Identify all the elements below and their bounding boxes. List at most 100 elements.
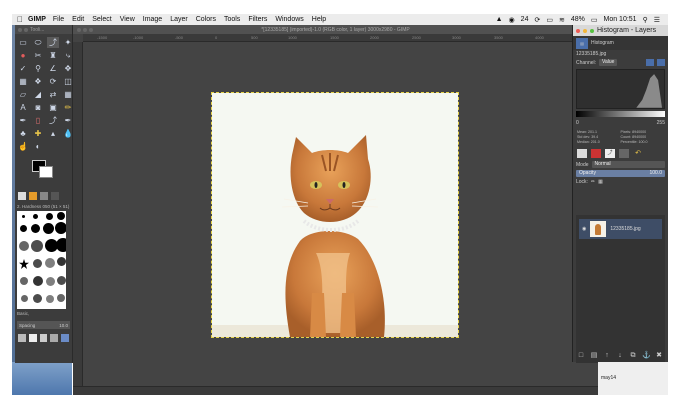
brush-item[interactable] bbox=[45, 258, 55, 268]
range-max[interactable]: 255 bbox=[657, 120, 665, 126]
undo-history-icon[interactable] bbox=[40, 192, 48, 200]
rect-select-icon[interactable]: ▭ bbox=[17, 37, 29, 48]
ellipse-select-icon[interactable]: ⬭ bbox=[32, 37, 44, 48]
duplicate-layer-icon[interactable]: ⧉ bbox=[629, 352, 637, 360]
menu-image[interactable]: Image bbox=[143, 16, 162, 23]
dodge-burn-icon[interactable]: ◐ bbox=[32, 141, 44, 152]
menu-help[interactable]: Help bbox=[312, 16, 326, 23]
new-layer-group-icon[interactable]: ▤ bbox=[590, 352, 598, 360]
brush-item[interactable] bbox=[43, 223, 54, 234]
delete-brush-icon[interactable] bbox=[50, 334, 59, 342]
anchor-layer-icon[interactable]: ⚓ bbox=[642, 352, 651, 360]
crop-icon[interactable]: ❖ bbox=[32, 76, 44, 87]
brush-item[interactable] bbox=[33, 276, 43, 286]
layer-name[interactable]: 12335185.jpg bbox=[610, 226, 640, 232]
menu-view[interactable]: View bbox=[120, 16, 135, 23]
color-picker-icon[interactable]: ✓ bbox=[17, 63, 29, 74]
refresh-brushes-icon[interactable] bbox=[61, 334, 69, 342]
sync-icon[interactable]: ⟳ bbox=[534, 16, 540, 24]
brush-item[interactable] bbox=[46, 277, 55, 286]
histogram-tab[interactable]: Histogram bbox=[591, 40, 614, 46]
globe-icon[interactable]: ◉ bbox=[509, 16, 515, 24]
layers-tab-icon[interactable] bbox=[577, 149, 587, 158]
menu-colors[interactable]: Colors bbox=[196, 16, 216, 23]
minimize-icon[interactable] bbox=[24, 27, 28, 32]
visibility-eye-icon[interactable]: ◉ bbox=[582, 226, 586, 232]
duplicate-brush-icon[interactable] bbox=[39, 334, 48, 342]
undo-tab-icon[interactable]: ↶ bbox=[633, 149, 643, 158]
edit-brush-icon[interactable] bbox=[18, 334, 26, 342]
device-status-icon[interactable] bbox=[29, 192, 37, 200]
tool-options-icon[interactable] bbox=[18, 192, 26, 200]
brush-item[interactable] bbox=[33, 259, 42, 268]
new-brush-icon[interactable] bbox=[28, 334, 37, 342]
zoom-window-icon[interactable] bbox=[89, 27, 93, 32]
brush-item[interactable] bbox=[56, 238, 66, 252]
log-histogram-icon[interactable] bbox=[657, 59, 665, 66]
drive-icon[interactable]: ▲ bbox=[496, 16, 503, 23]
text-icon[interactable]: A bbox=[17, 102, 29, 113]
perspective-clone-icon[interactable]: ▴ bbox=[47, 128, 59, 139]
color-select-icon[interactable]: ● bbox=[17, 50, 29, 61]
opacity-slider[interactable]: Opacity 100.0 bbox=[576, 170, 665, 177]
close-icon[interactable] bbox=[77, 27, 81, 32]
channel-select[interactable]: Value bbox=[599, 59, 618, 66]
range-min[interactable]: 0 bbox=[576, 120, 579, 126]
heal-icon[interactable]: ✚ bbox=[32, 128, 44, 139]
brush-item[interactable] bbox=[57, 276, 66, 285]
brush-item[interactable] bbox=[57, 212, 65, 220]
menu-tools[interactable]: Tools bbox=[224, 16, 240, 23]
app-menu[interactable]: GIMP bbox=[28, 16, 46, 23]
bucket-fill-icon[interactable]: ◙ bbox=[32, 102, 44, 113]
brush-item[interactable] bbox=[33, 214, 38, 219]
align-icon[interactable]: ▦ bbox=[17, 76, 29, 87]
brush-item[interactable] bbox=[21, 295, 28, 302]
brush-item[interactable] bbox=[19, 259, 29, 269]
brush-item[interactable] bbox=[33, 294, 42, 303]
dock-titlebar[interactable]: Histogram - Layers bbox=[573, 25, 668, 36]
perspective-icon[interactable]: ◢ bbox=[32, 89, 44, 100]
menu-select[interactable]: Select bbox=[92, 16, 111, 23]
clock[interactable]: Mon 10:51 bbox=[603, 16, 636, 23]
lock-alpha-icon[interactable]: ▦ bbox=[598, 179, 603, 185]
brush-item[interactable] bbox=[46, 295, 54, 303]
lock-pixels-icon[interactable]: ✏ bbox=[591, 179, 595, 185]
brush-item[interactable] bbox=[57, 257, 66, 266]
brush-item[interactable] bbox=[46, 213, 53, 220]
paths-tab-icon[interactable]: ⤴ bbox=[605, 149, 615, 158]
brush-item[interactable] bbox=[57, 294, 65, 302]
smudge-icon[interactable]: ☝ bbox=[17, 141, 29, 152]
airbrush-icon[interactable]: ⤴ bbox=[47, 115, 59, 126]
apple-icon[interactable]:  bbox=[12, 15, 28, 24]
brush-item[interactable] bbox=[31, 224, 40, 233]
foreground-select-icon[interactable]: ♜ bbox=[47, 50, 59, 61]
brush-item[interactable] bbox=[22, 215, 25, 218]
channels-tab-icon[interactable] bbox=[591, 149, 601, 158]
zoom-icon[interactable]: ⚲ bbox=[32, 63, 44, 74]
blend-icon[interactable]: ▣ bbox=[47, 102, 59, 113]
measure-icon[interactable]: ∠ bbox=[47, 63, 59, 74]
scissors-icon[interactable]: ✂ bbox=[32, 50, 44, 61]
images-icon[interactable] bbox=[51, 192, 59, 200]
wifi-icon[interactable]: ≋ bbox=[559, 16, 565, 24]
menu-edit[interactable]: Edit bbox=[72, 16, 84, 23]
raise-layer-icon[interactable]: ↑ bbox=[603, 352, 611, 360]
eraser-icon[interactable]: ▯ bbox=[32, 115, 44, 126]
display-icon[interactable]: ▭ bbox=[546, 16, 553, 24]
histogram-graph[interactable] bbox=[576, 69, 665, 109]
layer-row[interactable]: ◉ 12335185.jpg bbox=[579, 219, 662, 239]
flip-icon[interactable]: ⇄ bbox=[47, 89, 59, 100]
vertical-ruler[interactable] bbox=[73, 42, 83, 386]
delete-layer-icon[interactable]: ✖ bbox=[655, 352, 663, 360]
shear-icon[interactable]: ▱ bbox=[17, 89, 29, 100]
mode-select[interactable]: Normal bbox=[591, 161, 665, 168]
brush-item[interactable] bbox=[20, 225, 27, 232]
spotlight-icon[interactable]: ⚲ bbox=[643, 16, 648, 24]
brush-preset[interactable]: Basic, bbox=[15, 309, 72, 318]
menu-windows[interactable]: Windows bbox=[275, 16, 303, 23]
histogram-tab-icon[interactable]: ▤ bbox=[576, 37, 588, 49]
minimize-icon[interactable] bbox=[583, 28, 587, 33]
brush-grid[interactable] bbox=[17, 211, 66, 309]
new-layer-icon[interactable]: □ bbox=[577, 352, 585, 360]
brush-item[interactable] bbox=[19, 241, 29, 251]
